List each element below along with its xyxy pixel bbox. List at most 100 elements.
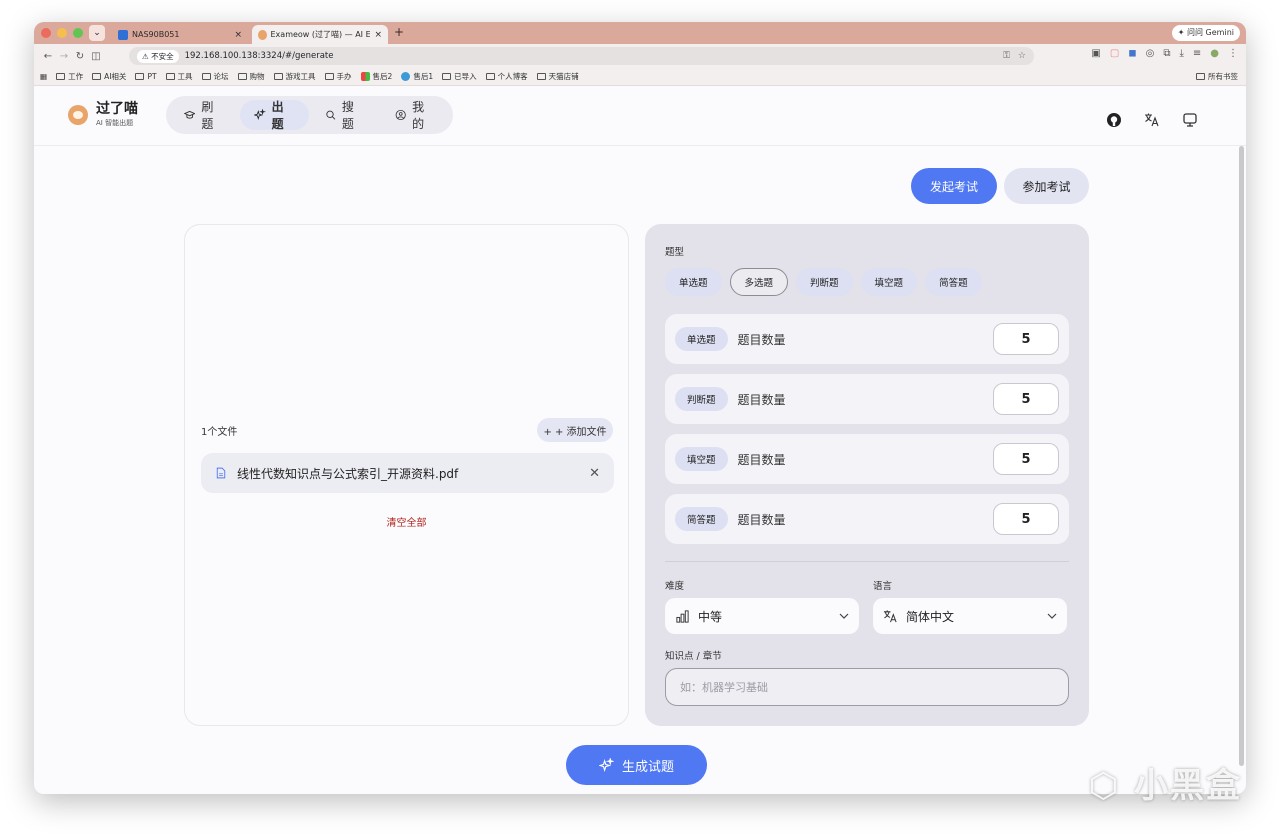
bookmark-star-icon[interactable]: ☆ [1018, 51, 1026, 61]
minimize-window-button[interactable] [57, 28, 67, 38]
bookmark-folder[interactable]: 个人博客 [485, 71, 528, 82]
menu-kebab-icon[interactable]: ⋮ [1228, 48, 1238, 59]
knowledge-input[interactable]: 如：机器学习基础 [665, 668, 1069, 706]
bookmark-label: 手办 [336, 72, 352, 81]
browser-tab-exameow[interactable]: Exameow (过了喵) — AI Exam × [252, 25, 388, 44]
join-exam-button[interactable]: 参加考试 [1004, 168, 1089, 204]
apps-grid-icon[interactable]: ▦ [40, 72, 47, 81]
bookmark-label: 游戏工具 [285, 72, 316, 81]
nav-item-profile[interactable]: 我的 [381, 100, 449, 131]
main-nav: 刷题 出题 搜题 我的 [166, 96, 453, 134]
row-count-label: 题目数量 [737, 392, 786, 407]
folder-icon [1196, 73, 1205, 80]
bookmark-item[interactable]: 售后2 [360, 71, 393, 82]
type-chip-short[interactable]: 简答题 [925, 268, 982, 296]
folder-icon [485, 73, 495, 80]
file-name: 线性代数知识点与公式索引_开源资料.pdf [237, 466, 459, 481]
row-type-badge: 判断题 [675, 387, 728, 411]
avatar-icon[interactable]: ● [1210, 48, 1219, 59]
file-document-icon [216, 467, 226, 479]
bookmark-folder[interactable]: 论坛 [201, 71, 229, 82]
bookmark-folder[interactable]: 已导入 [442, 71, 477, 82]
difficulty-select[interactable]: 中等 [665, 598, 859, 634]
gemini-button[interactable]: ✦ 问问 Gemini [1171, 25, 1240, 41]
maximize-window-button[interactable] [73, 28, 83, 38]
close-window-button[interactable] [41, 28, 51, 38]
bookmark-label: 已导入 [454, 72, 477, 81]
nav-item-practice[interactable]: 刷题 [170, 100, 238, 131]
reading-list-icon[interactable]: ≡ [1193, 48, 1201, 59]
folder-icon [442, 73, 452, 80]
nav-item-search[interactable]: 搜题 [311, 100, 379, 131]
page-scrollbar[interactable] [1239, 146, 1244, 766]
nav-label: 刷题 [201, 100, 214, 131]
reload-icon[interactable]: ↻ [72, 51, 88, 62]
folder-icon [237, 73, 247, 80]
bookmark-label: 售后1 [413, 72, 434, 81]
puzzle-icon[interactable]: ⧉ [1163, 48, 1170, 59]
new-tab-button[interactable]: + [394, 25, 404, 39]
chevron-down-icon [839, 613, 849, 619]
file-upload-card[interactable]: 1个文件 + + 添加文件 线性代数知识点与公式索引_开源资料.pdf ✕ 清空… [184, 224, 629, 726]
add-file-button[interactable]: + + 添加文件 [537, 418, 613, 442]
tab-close-icon[interactable]: × [374, 30, 382, 40]
count-row: 判断题 题目数量 5 [665, 374, 1069, 424]
password-key-icon[interactable]: ⚿ [1003, 51, 1010, 61]
nas-favicon-icon [118, 29, 128, 40]
bookmark-folder[interactable]: 购物 [237, 71, 265, 82]
nav-label: 我的 [412, 100, 425, 131]
clear-all-link[interactable]: 清空全部 [185, 514, 628, 529]
bookmark-folder[interactable]: AI相关 [92, 71, 126, 82]
count-row: 填空题 题目数量 5 [665, 434, 1069, 484]
bookmark-item[interactable]: 售后1 [401, 71, 433, 82]
question-count-input[interactable]: 5 [993, 323, 1059, 355]
question-count-input[interactable]: 5 [993, 383, 1059, 415]
sidebar-toggle-icon[interactable]: ◫ [88, 51, 104, 62]
translate-icon[interactable] [1144, 112, 1160, 128]
browser-tab-nas[interactable]: NAS90B051 × [112, 25, 248, 44]
remove-file-close-icon[interactable]: ✕ [589, 466, 600, 481]
language-value: 简体中文 [906, 609, 955, 624]
nav-item-generate[interactable]: 出题 [240, 100, 309, 131]
question-count-input[interactable]: 5 [993, 443, 1059, 475]
extension-icon[interactable]: ▣ [1091, 48, 1100, 59]
download-icon[interactable]: ⤓ [1179, 48, 1183, 59]
row-count-label: 题目数量 [737, 452, 786, 467]
question-type-label: 题型 [665, 247, 685, 258]
extension-icon[interactable]: ◼ [1128, 48, 1136, 59]
extension-icon[interactable]: ▢ [1110, 48, 1119, 59]
bookmark-folder[interactable]: 天猫店铺 [536, 71, 579, 82]
monitor-icon[interactable] [1182, 112, 1198, 128]
row-type-badge: 简答题 [675, 507, 728, 531]
type-chip-truefalse[interactable]: 判断题 [796, 268, 853, 296]
github-icon[interactable] [1106, 112, 1122, 128]
type-chip-fill[interactable]: 填空题 [860, 268, 918, 296]
folder-icon [165, 73, 175, 80]
bookmark-folder[interactable]: 游戏工具 [273, 71, 316, 82]
extension-icon[interactable]: ◎ [1146, 48, 1155, 59]
generate-label: 生成试题 [621, 759, 674, 775]
type-chip-multiple[interactable]: 多选题 [729, 268, 789, 296]
tab-strip: ⌄ NAS90B051 × Exameow (过了喵) — AI Exam × … [34, 22, 1246, 44]
back-arrow-icon[interactable]: ← [40, 51, 56, 62]
bookmark-folder[interactable]: 工作 [56, 71, 83, 82]
generate-questions-button[interactable]: 生成试题 [566, 745, 707, 785]
start-exam-button[interactable]: 发起考试 [911, 168, 997, 204]
bookmark-folder[interactable]: PT [135, 72, 157, 81]
bookmark-folder[interactable]: 工具 [165, 71, 193, 82]
language-select[interactable]: 简体中文 [873, 598, 1067, 634]
folder-icon [324, 73, 334, 80]
security-indicator[interactable]: ⚠ 不安全 [137, 49, 179, 63]
question-count-input[interactable]: 5 [993, 503, 1059, 535]
tab-list-chevron-icon[interactable]: ⌄ [89, 25, 105, 41]
window-controls [41, 28, 83, 38]
address-bar[interactable]: ⚠ 不安全 192.168.100.138:3324/#/generate ⚿ … [129, 47, 1034, 65]
forward-arrow-icon[interactable]: → [56, 51, 72, 62]
bookmark-folder[interactable]: 手办 [324, 71, 352, 82]
folder-icon [135, 73, 145, 80]
tab-close-icon[interactable]: × [234, 30, 242, 40]
bookmark-label: 售后2 [372, 72, 393, 81]
type-chip-single[interactable]: 单选题 [665, 268, 722, 296]
app-logo[interactable]: 过了喵 AI 智能出题 [68, 102, 138, 128]
all-bookmarks-folder[interactable]: 所有书签 [1196, 71, 1238, 82]
